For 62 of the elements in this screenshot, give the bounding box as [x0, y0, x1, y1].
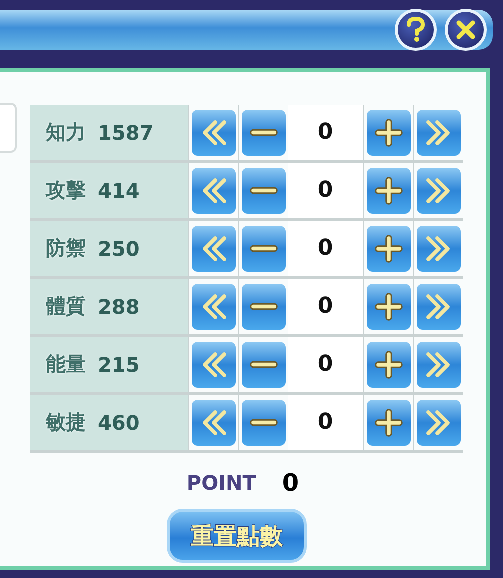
stat-name: 攻擊: [46, 177, 86, 204]
decrease-all-button[interactable]: [192, 342, 236, 388]
increase-all-button[interactable]: [416, 284, 460, 330]
input-field[interactable]: [0, 103, 17, 153]
plus-icon: [374, 408, 404, 438]
stat-value: 288: [98, 294, 140, 318]
allocated-points: 0: [288, 336, 364, 394]
plus-button[interactable]: [366, 226, 410, 272]
plus-button[interactable]: [366, 284, 410, 330]
close-icon: [455, 19, 477, 41]
plus-icon: [374, 292, 404, 322]
allocated-points: 0: [288, 162, 364, 220]
decrease-all-button[interactable]: [192, 400, 236, 446]
plus-icon: [374, 118, 404, 148]
minus-button[interactable]: [242, 400, 286, 446]
reset-points-button[interactable]: 重置點數: [167, 509, 307, 563]
minus-icon: [248, 360, 278, 368]
allocated-points: 0: [288, 394, 364, 452]
minus-icon: [248, 244, 278, 252]
plus-icon: [374, 176, 404, 206]
points-label: POINT: [186, 471, 256, 495]
points-value: 0: [282, 469, 300, 497]
stat-name: 防禦: [46, 235, 86, 262]
decrease-all-button[interactable]: [192, 110, 236, 156]
close-button[interactable]: [445, 9, 487, 51]
stat-value: 460: [98, 410, 140, 434]
minus-icon: [248, 418, 278, 426]
plus-button[interactable]: [366, 342, 410, 388]
stat-name: 體質: [46, 293, 86, 320]
stat-name: 能量: [46, 351, 86, 378]
help-icon: [405, 17, 427, 43]
plus-button[interactable]: [366, 400, 410, 446]
increase-all-button[interactable]: [416, 342, 460, 388]
plus-button[interactable]: [366, 168, 410, 214]
minus-button[interactable]: [242, 284, 286, 330]
stat-value: 1587: [98, 120, 154, 144]
stat-value: 215: [98, 352, 140, 376]
decrease-all-button[interactable]: [192, 284, 236, 330]
plus-button[interactable]: [366, 110, 410, 156]
minus-icon: [248, 128, 278, 136]
minus-icon: [248, 186, 278, 194]
decrease-all-button[interactable]: [192, 226, 236, 272]
allocated-points: 0: [288, 220, 364, 278]
stat-name: 敏捷: [46, 409, 86, 436]
help-button[interactable]: [395, 9, 437, 51]
increase-all-button[interactable]: [416, 110, 460, 156]
increase-all-button[interactable]: [416, 400, 460, 446]
minus-button[interactable]: [242, 168, 286, 214]
stat-name: 知力: [46, 119, 86, 146]
stat-value: 250: [98, 236, 140, 260]
minus-button[interactable]: [242, 110, 286, 156]
minus-button[interactable]: [242, 342, 286, 388]
stat-value: 414: [98, 178, 140, 202]
increase-all-button[interactable]: [416, 226, 460, 272]
increase-all-button[interactable]: [416, 168, 460, 214]
allocated-points: 0: [288, 278, 364, 336]
plus-icon: [374, 350, 404, 380]
plus-icon: [374, 234, 404, 264]
decrease-all-button[interactable]: [192, 168, 236, 214]
minus-icon: [248, 302, 278, 310]
minus-button[interactable]: [242, 226, 286, 272]
allocated-points: 0: [288, 105, 364, 162]
